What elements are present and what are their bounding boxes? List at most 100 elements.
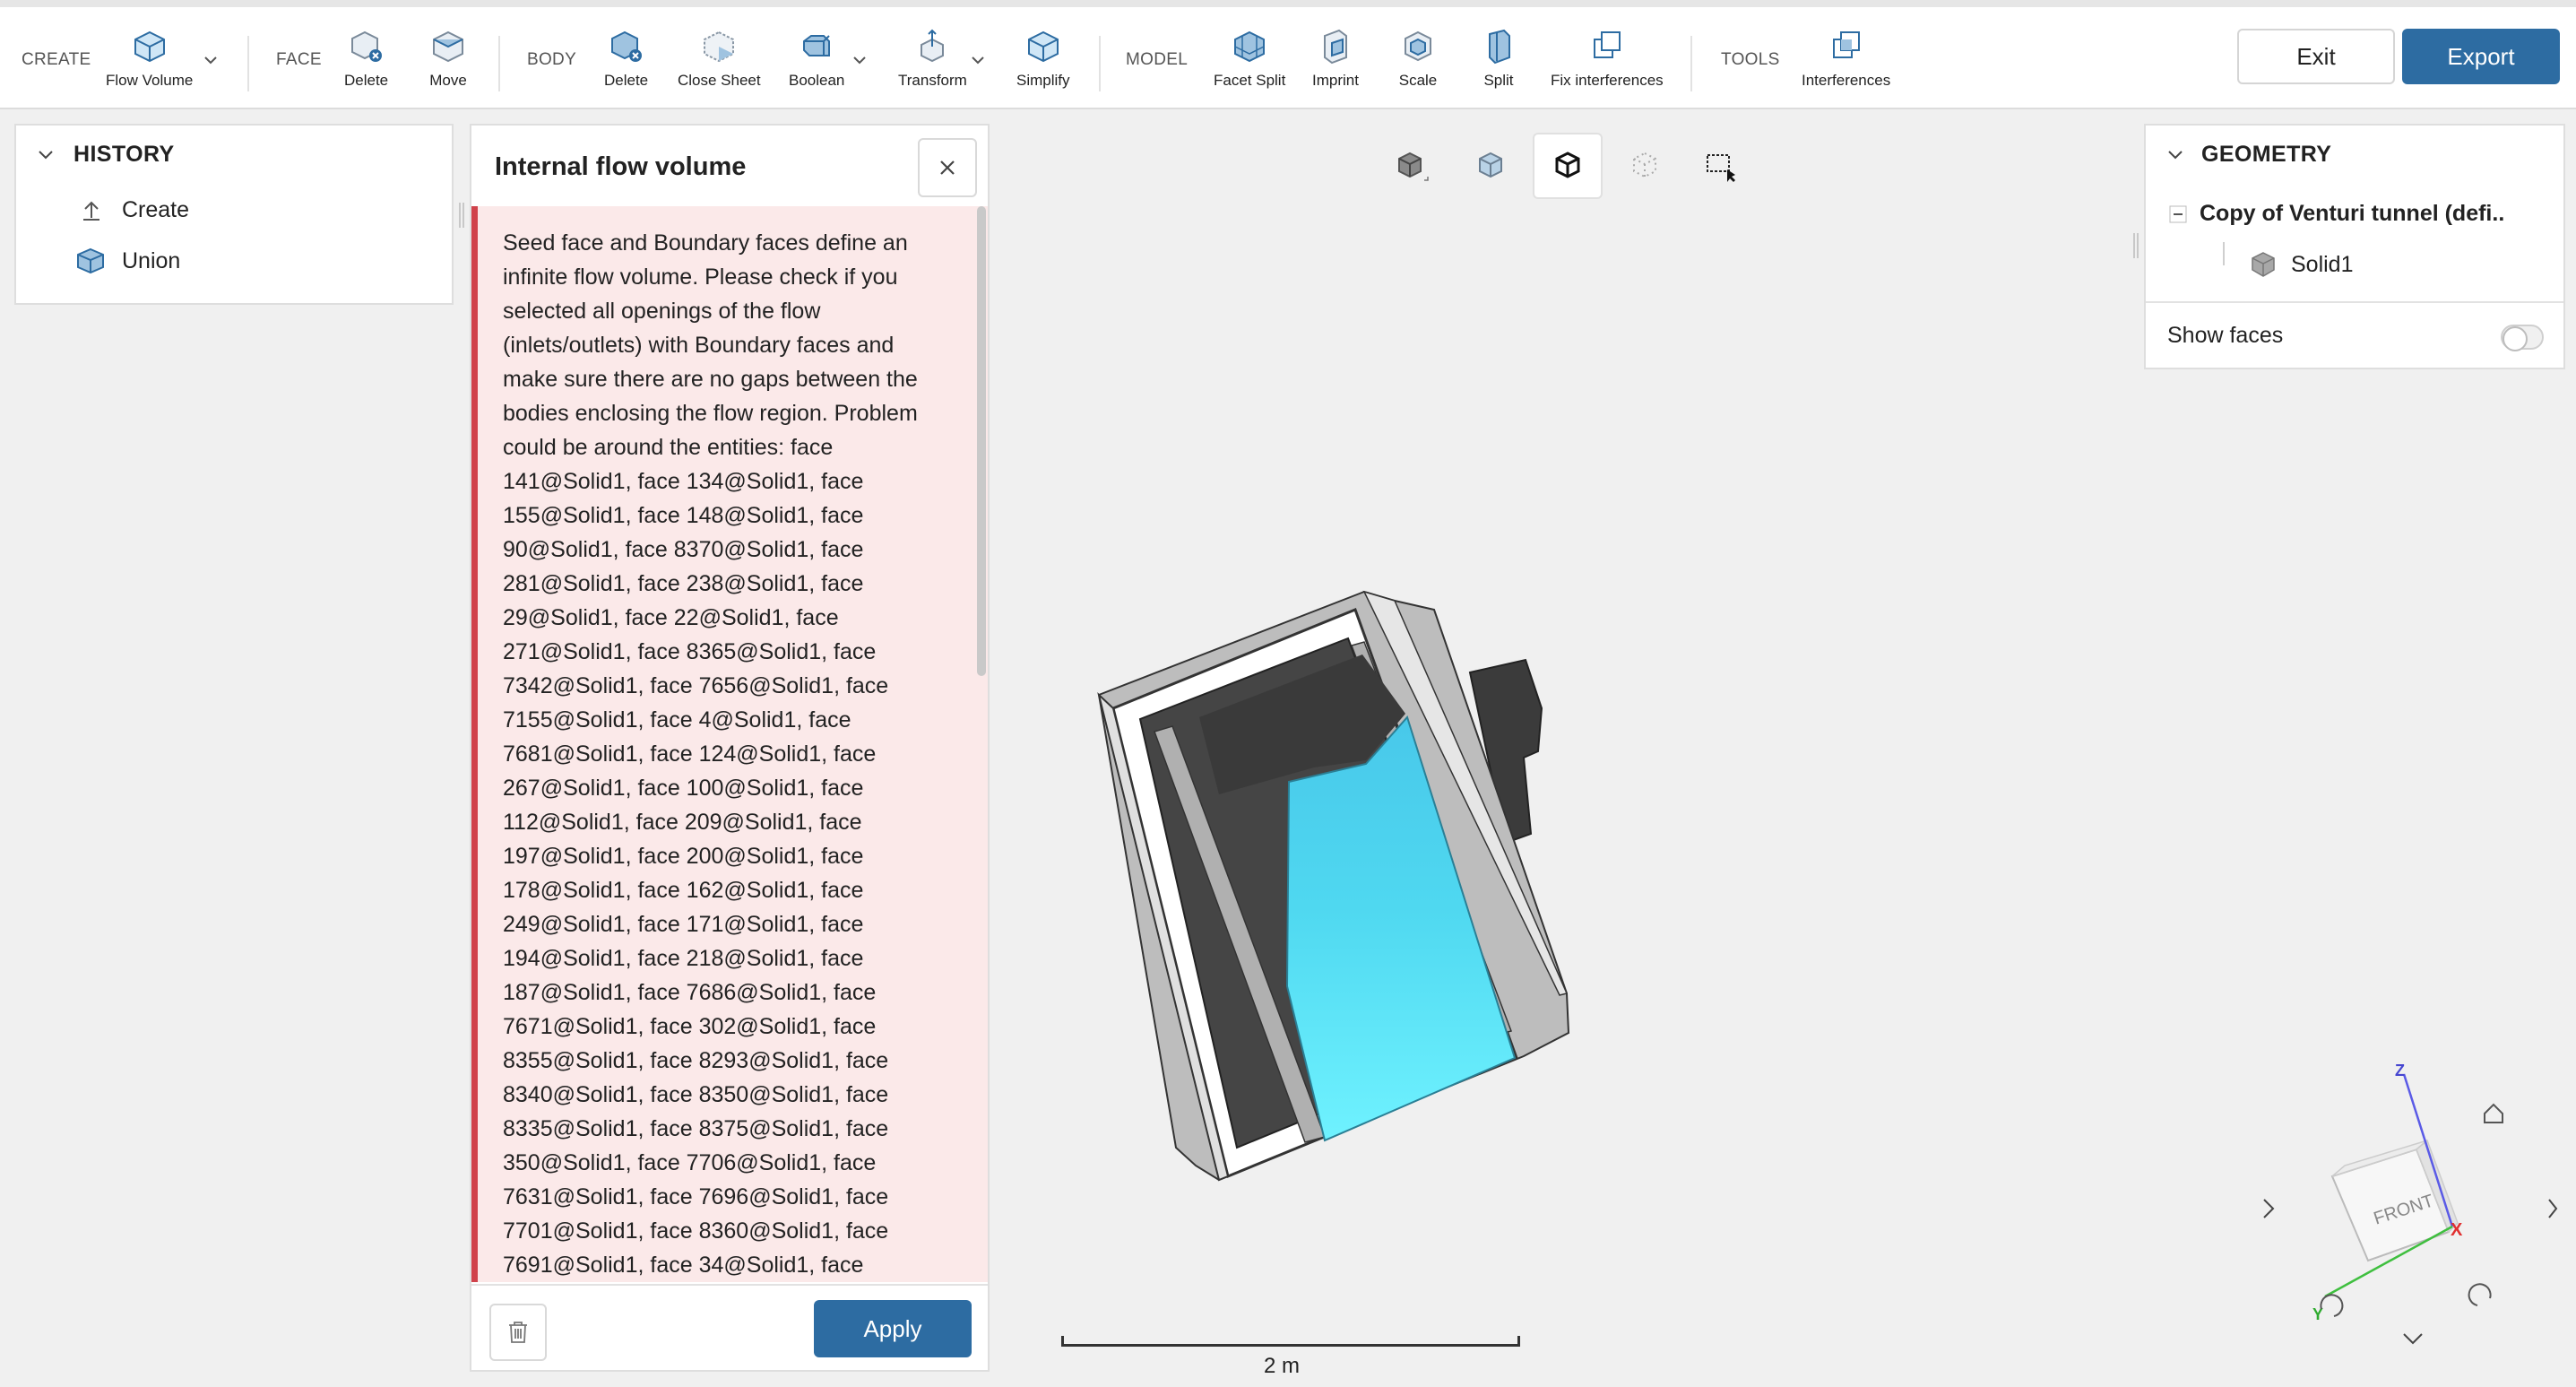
apply-button[interactable]: Apply	[814, 1300, 972, 1357]
fix-interferences-label: Fix interferences	[1551, 72, 1664, 89]
view-shaded-edges-button[interactable]	[1456, 133, 1526, 199]
close-sheet-icon	[704, 30, 735, 63]
z-axis-label: Z	[2395, 1062, 2405, 1079]
imprint-button[interactable]: Imprint	[1312, 27, 1359, 90]
toolbar-divider	[498, 36, 500, 91]
show-faces-toggle[interactable]	[2501, 325, 2544, 351]
point-cloud-icon	[1633, 152, 1656, 178]
transform-icon	[921, 29, 945, 63]
face-move-icon	[433, 30, 463, 63]
face-move-button[interactable]: Move	[428, 27, 468, 90]
toolbar-divider	[1690, 36, 1692, 91]
dialog-scrollbar[interactable]	[977, 206, 986, 676]
face-delete-button[interactable]: Delete	[344, 27, 388, 90]
close-sheet-button[interactable]: Close Sheet	[678, 27, 761, 90]
panel-resize-handle[interactable]	[2133, 233, 2139, 258]
simplify-button[interactable]: Simplify	[1016, 27, 1070, 90]
boolean-button[interactable]: Boolean	[789, 27, 844, 90]
history-item-create[interactable]: Create	[79, 197, 189, 223]
view-points-button[interactable]	[1610, 133, 1680, 199]
group-label-face: FACE	[276, 50, 322, 69]
history-item-label: Create	[122, 197, 190, 222]
scale-icon	[1405, 30, 1431, 62]
chevron-down-icon[interactable]	[968, 50, 988, 70]
history-title: HISTORY	[73, 142, 175, 167]
wireframe-cube-icon	[1555, 152, 1580, 178]
history-item-label: Union	[122, 247, 181, 273]
view-edges-button[interactable]	[1533, 133, 1603, 199]
interferences-label: Interferences	[1802, 72, 1891, 89]
x-axis-label: X	[2451, 1220, 2463, 1240]
shaded-cube-icon	[1479, 152, 1502, 178]
flow-volume-button[interactable]: Flow Volume	[106, 27, 193, 90]
transform-button[interactable]: Transform	[898, 27, 967, 90]
error-message-box: Seed face and Boundary faces define an i…	[471, 206, 988, 1282]
scale-bar-label: 2 m	[1264, 1354, 1301, 1378]
group-label-create: CREATE	[22, 50, 91, 69]
view-solid-button[interactable]	[1377, 133, 1447, 199]
main-toolbar: CREATE Flow Volume FACE Delete Move BODY…	[0, 0, 2576, 109]
face-delete-label: Delete	[344, 72, 389, 89]
group-label-tools: TOOLS	[1721, 50, 1780, 69]
rotate-cw-icon	[2468, 1283, 2492, 1306]
upload-arrow-icon	[83, 201, 99, 221]
error-message-text: Seed face and Boundary faces define an i…	[503, 230, 918, 1278]
history-panel: HISTORY Create Union	[14, 124, 454, 305]
facet-split-icon	[1234, 30, 1266, 63]
interferences-icon	[1832, 31, 1860, 58]
face-move-label: Move	[429, 72, 467, 89]
chevron-down-icon	[39, 150, 53, 159]
split-label: Split	[1483, 72, 1514, 89]
solid-cube-icon	[2252, 252, 2275, 277]
tree-item-solid1[interactable]: Solid1	[2250, 251, 2354, 278]
scale-bar	[1061, 1336, 1520, 1347]
imprint-label: Imprint	[1312, 72, 1359, 89]
divider	[2146, 301, 2563, 303]
flow-volume-icon	[134, 30, 165, 63]
facet-split-button[interactable]: Facet Split	[1214, 27, 1285, 90]
dialog-title: Internal flow volume	[495, 152, 747, 181]
scale-button[interactable]: Scale	[1398, 27, 1438, 90]
toolbar-divider	[247, 36, 249, 91]
chevron-down-icon	[2168, 150, 2183, 159]
body-delete-button[interactable]: Delete	[604, 27, 648, 90]
delete-button[interactable]	[489, 1304, 547, 1361]
chevron-down-icon[interactable]	[201, 50, 220, 70]
panel-resize-handle[interactable]	[459, 203, 464, 228]
fix-interferences-icon	[1593, 31, 1621, 58]
imprint-icon	[1323, 29, 1347, 65]
export-button[interactable]: Export	[2402, 29, 2560, 84]
rotate-ccw-icon	[2320, 1294, 2344, 1317]
history-header[interactable]: HISTORY	[36, 142, 175, 168]
trash-icon	[509, 1322, 527, 1343]
exit-button[interactable]: Exit	[2237, 29, 2395, 84]
facet-split-label: Facet Split	[1214, 72, 1286, 89]
3d-model-venturi	[1097, 590, 1570, 1182]
collapse-icon	[2169, 205, 2187, 222]
home-icon	[2484, 1103, 2503, 1123]
tree-connector	[2223, 242, 2225, 265]
split-button[interactable]: Split	[1479, 27, 1518, 90]
view-navigation-cube[interactable]: FRONT Z Y X	[2250, 1056, 2563, 1370]
simplify-icon	[1027, 30, 1059, 63]
scale-label: Scale	[1398, 72, 1438, 89]
body-delete-icon	[610, 30, 642, 62]
interferences-button[interactable]: Interferences	[1802, 27, 1890, 90]
flow-volume-label: Flow Volume	[106, 72, 194, 89]
chevron-down-icon[interactable]	[850, 50, 869, 70]
rotate-down-arrow-icon	[2403, 1333, 2423, 1345]
fix-interferences-button[interactable]: Fix interferences	[1551, 27, 1664, 90]
close-button[interactable]	[918, 138, 977, 197]
close-sheet-label: Close Sheet	[678, 72, 761, 89]
tree-item-label: Copy of Venturi tunnel (defi..	[2200, 201, 2505, 226]
box-select-button[interactable]	[1685, 133, 1755, 199]
boolean-label: Boolean	[789, 72, 845, 89]
solid-cube-icon	[1398, 152, 1429, 181]
geometry-header[interactable]: GEOMETRY	[2165, 142, 2331, 168]
tree-item-venturi-tunnel[interactable]: Copy of Venturi tunnel (defi..	[2169, 201, 2504, 227]
group-label-model: MODEL	[1126, 50, 1189, 69]
history-item-union[interactable]: Union	[75, 247, 180, 274]
geometry-title: GEOMETRY	[2201, 142, 2332, 167]
rotate-left-arrow-icon	[2263, 1199, 2275, 1218]
face-delete-icon	[350, 30, 382, 62]
